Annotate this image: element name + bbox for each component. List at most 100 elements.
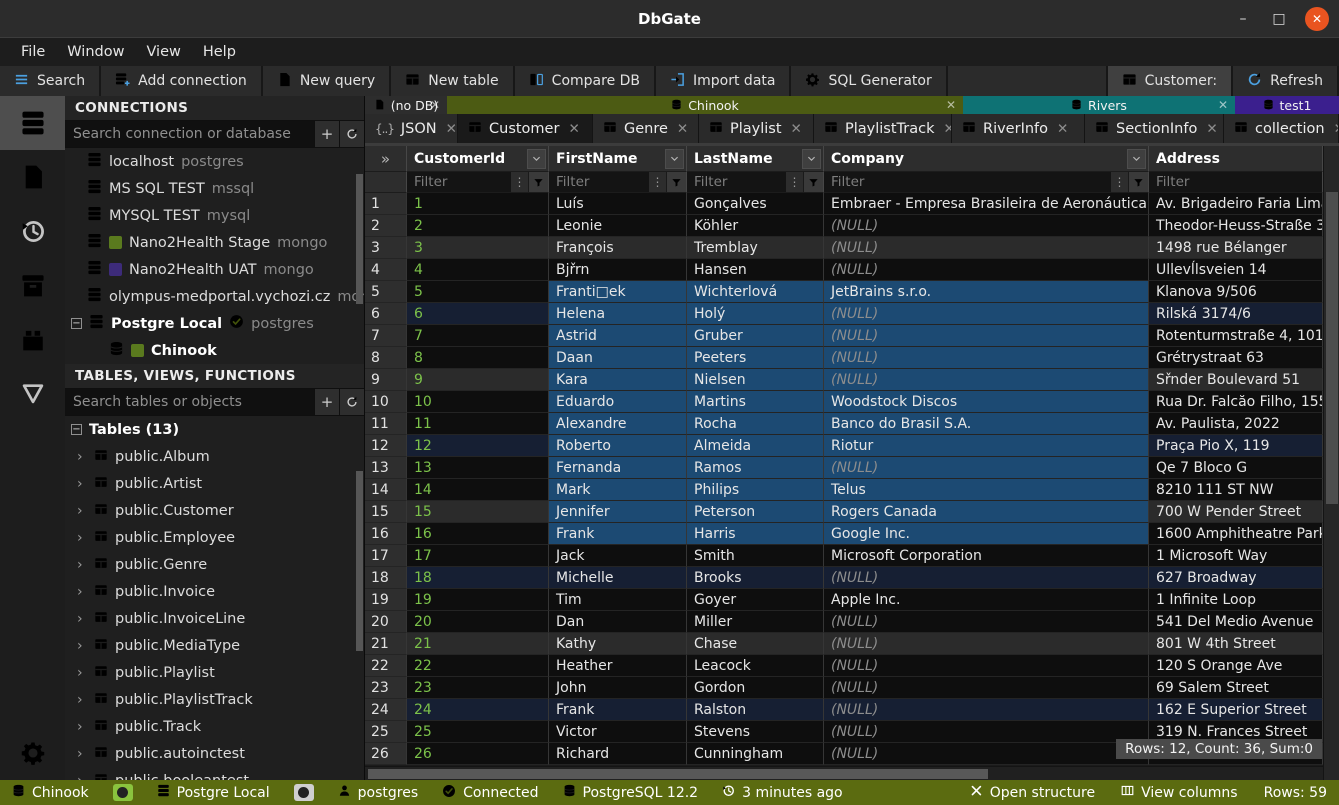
cell-company[interactable]: JetBrains s.r.o. [824,281,1149,303]
tables-group-row[interactable]: − Tables (13) [65,416,364,443]
cell-firstname[interactable]: Kathy [549,633,687,655]
status-postgresql-12-2[interactable]: PostgreSQL 12.2 [563,784,699,801]
settings-gear-icon[interactable] [0,726,65,780]
cell-address[interactable]: 1498 rue Bélanger [1149,237,1323,259]
minimize-button[interactable]: – [1233,11,1253,27]
close-icon[interactable]: ✕ [791,121,802,137]
row-number[interactable]: 19 [365,589,407,611]
plugins-icon[interactable] [0,312,65,366]
cell-customerid[interactable]: 18 [407,567,549,589]
status-postgres[interactable]: postgres [338,784,418,801]
maximize-button[interactable]: □ [1269,11,1289,27]
cell-lastname[interactable]: Stevens [687,721,824,743]
column-menu-chevron-icon[interactable] [802,149,821,169]
filter-funnel-icon[interactable] [528,172,548,192]
connection-item[interactable]: localhostpostgres [65,148,364,175]
cell-lastname[interactable]: Köhler [687,215,824,237]
row-number[interactable]: 16 [365,523,407,545]
table-item[interactable]: › public.Employee [65,524,364,551]
cell-address[interactable]: Av. Paulista, 2022 [1149,413,1323,435]
chevron-right-icon[interactable]: › [77,611,87,627]
cell-address[interactable]: 120 S Orange Ave [1149,655,1323,677]
status-postgre-local[interactable]: Postgre Local [157,784,270,801]
column-menu-chevron-icon[interactable] [527,149,546,169]
table-item[interactable]: › public.Track [65,713,364,740]
expand-all-button[interactable]: » [365,146,407,172]
row-number[interactable]: 7 [365,325,407,347]
cell-lastname[interactable]: Philips [687,479,824,501]
cell-customerid[interactable]: 19 [407,589,549,611]
cell-company[interactable]: (NULL) [824,369,1149,391]
cell-customerid[interactable]: 15 [407,501,549,523]
cell-company[interactable]: (NULL) [824,259,1149,281]
tables-search-input[interactable]: Search tables or objects [65,389,314,415]
cell-address[interactable]: 700 W Pender Street [1149,501,1323,523]
filter-funnel-icon[interactable] [803,172,823,192]
cell-firstname[interactable]: Jack [549,545,687,567]
cell-firstname[interactable]: Frank [549,523,687,545]
table-item[interactable]: › public.PlaylistTrack [65,686,364,713]
close-icon[interactable]: ✕ [943,121,952,137]
chevron-right-icon[interactable]: › [77,584,87,600]
cell-firstname[interactable]: Tim [549,589,687,611]
row-number[interactable]: 4 [365,259,407,281]
cell-customerid[interactable]: 3 [407,237,549,259]
cell-customerid[interactable]: 5 [407,281,549,303]
cell-customerid[interactable]: 8 [407,347,549,369]
database-item-chinook[interactable]: Chinook [65,337,364,364]
row-number[interactable]: 15 [365,501,407,523]
menu-view[interactable]: View [135,44,191,60]
table-item[interactable]: › public.Invoice [65,578,364,605]
chevron-right-icon[interactable]: › [77,503,87,519]
cell-customerid[interactable]: 25 [407,721,549,743]
close-icon[interactable]: ✕ [946,98,956,112]
connection-item[interactable]: Nano2Health UATmongo [65,256,364,283]
toolbar-compare-db-button[interactable]: Compare DB [515,66,656,96]
cell-customerid[interactable]: 24 [407,699,549,721]
cell-company[interactable]: (NULL) [824,237,1149,259]
cell-customerid[interactable]: 13 [407,457,549,479]
menu-help[interactable]: Help [192,44,247,60]
filter-funnel-icon[interactable] [1128,172,1148,192]
column-header-company[interactable]: Company [824,146,1149,172]
table-item[interactable]: › public.Playlist [65,659,364,686]
status-3-minutes-ago[interactable]: 3 minutes ago [722,784,843,801]
cell-address[interactable]: 8210 111 ST NW [1149,479,1323,501]
row-number[interactable]: 2 [365,215,407,237]
cell-lastname[interactable]: Rocha [687,413,824,435]
cell-company[interactable]: Riotur [824,435,1149,457]
close-button[interactable]: ✕ [1305,7,1329,31]
vertical-scrollbar[interactable] [1323,146,1339,780]
cell-lastname[interactable]: Peeters [687,347,824,369]
table-item[interactable]: › public.Album [65,443,364,470]
cell-firstname[interactable]: Franti□ek [549,281,687,303]
toolbar-refresh-button[interactable]: Refresh [1233,66,1339,96]
cell-lastname[interactable]: Holý [687,303,824,325]
cell-address[interactable]: 1 Infinite Loop [1149,589,1323,611]
chevron-right-icon[interactable]: › [77,638,87,654]
add-connection-plus-button[interactable]: + [314,121,339,147]
cell-lastname[interactable]: Martins [687,391,824,413]
cell-company[interactable]: (NULL) [824,611,1149,633]
cell-address[interactable]: Klanova 9/506 [1149,281,1323,303]
toolbar-search-button[interactable]: Search [0,66,101,96]
db-group-test1[interactable]: test1 [1235,96,1339,114]
cell-company[interactable]: (NULL) [824,743,1149,765]
column-header-customerid[interactable]: CustomerId [407,146,549,172]
table-item[interactable]: › public.InvoiceLine [65,605,364,632]
cell-firstname[interactable]: Fernanda [549,457,687,479]
toolbar-sql-generator-button[interactable]: SQL Generator [791,66,947,96]
cell-lastname[interactable]: Almeida [687,435,824,457]
db-group-nodb[interactable]: (no DB) ✕ [365,96,447,114]
cell-address[interactable]: Theodor-Heuss-Straße 34 [1149,215,1323,237]
cell-address[interactable]: Praça Pio X, 119 [1149,435,1323,457]
collapse-icon[interactable]: − [71,318,82,329]
cell-company[interactable]: (NULL) [824,567,1149,589]
close-icon[interactable]: ✕ [1334,121,1339,137]
cell-address[interactable]: Qe 7 Bloco G [1149,457,1323,479]
cell-lastname[interactable]: Ralston [687,699,824,721]
cell-lastname[interactable]: Gruber [687,325,824,347]
connection-item[interactable]: olympus-medportal.vychozi.czmongo [65,283,364,310]
row-number[interactable]: 23 [365,677,407,699]
cell-address[interactable]: 162 E Superior Street [1149,699,1323,721]
